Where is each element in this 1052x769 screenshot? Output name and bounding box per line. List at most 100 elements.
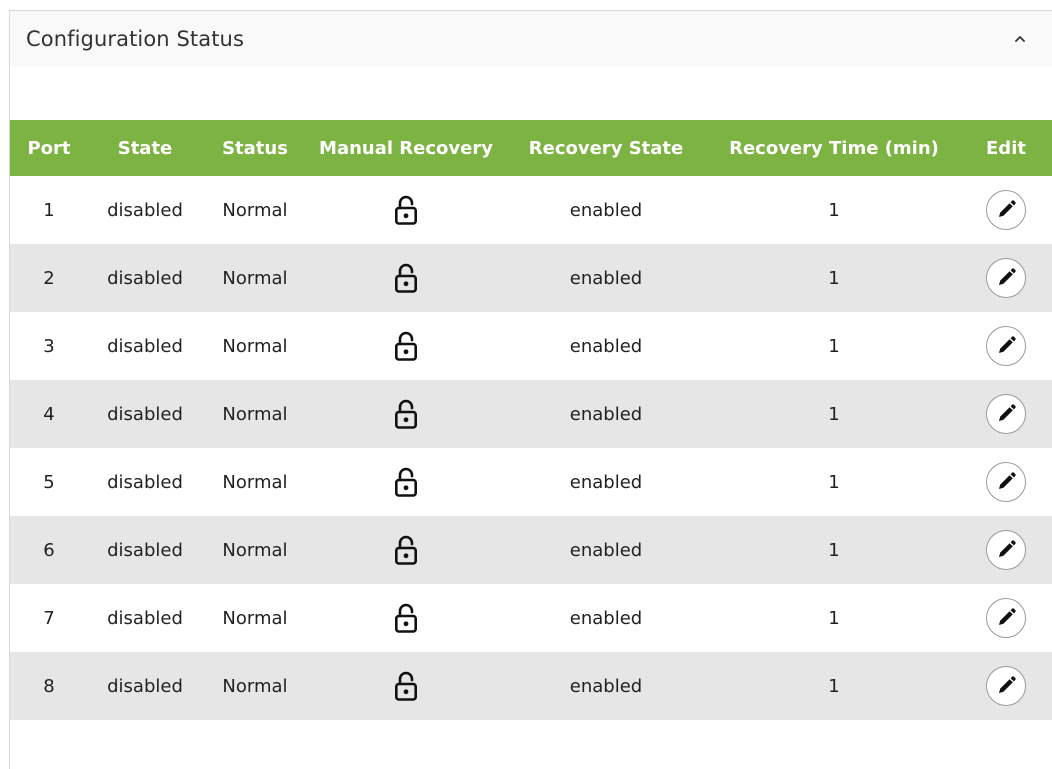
pencil-icon [995, 675, 1017, 697]
state-cell: disabled [107, 471, 183, 493]
edit-cell [960, 176, 1052, 244]
edit-button[interactable] [986, 598, 1026, 638]
port-cell: 6 [43, 539, 55, 561]
table-header-row: Port State Status Manual Recovery Recove… [10, 120, 1052, 176]
status-cell: Normal [222, 675, 288, 697]
recovery-state-cell: enabled [569, 607, 643, 629]
chevron-up-icon[interactable] [1008, 27, 1032, 51]
recovery-time-cell: 1 [828, 675, 840, 697]
status-cell: Normal [222, 471, 288, 493]
recovery-state-cell: enabled [569, 539, 643, 561]
edit-cell [960, 584, 1052, 652]
panel-title: Configuration Status [26, 27, 245, 51]
pencil-icon [995, 539, 1017, 561]
unlocked-padlock-icon[interactable] [394, 330, 418, 362]
recovery-state-cell: enabled [569, 335, 643, 357]
edit-button[interactable] [986, 394, 1026, 434]
status-cell: Normal [222, 267, 288, 289]
manual-recovery-cell [308, 448, 504, 516]
table-body: 1 disabled Normal enabled 1 2 disabled N… [10, 176, 1052, 720]
pencil-icon [995, 471, 1017, 493]
table-row-port-3: 3 disabled Normal enabled 1 [10, 312, 1052, 380]
edit-button[interactable] [986, 666, 1026, 706]
manual-recovery-cell [308, 312, 504, 380]
state-cell: disabled [107, 539, 183, 561]
pencil-icon [995, 403, 1017, 425]
table-row-port-4: 4 disabled Normal enabled 1 [10, 380, 1052, 448]
recovery-time-cell: 1 [828, 471, 840, 493]
manual-recovery-cell [308, 516, 504, 584]
recovery-state-cell: enabled [569, 199, 643, 221]
port-cell: 1 [43, 199, 55, 221]
status-cell: Normal [222, 539, 288, 561]
manual-recovery-cell [308, 380, 504, 448]
unlocked-padlock-icon[interactable] [394, 602, 418, 634]
unlocked-padlock-icon[interactable] [394, 262, 418, 294]
recovery-time-cell: 1 [828, 267, 840, 289]
column-header-recovery-time: Recovery Time (min) [729, 137, 939, 159]
edit-cell [960, 312, 1052, 380]
state-cell: disabled [107, 267, 183, 289]
panel-header[interactable]: Configuration Status [10, 11, 1052, 67]
edit-cell [960, 244, 1052, 312]
port-cell: 2 [43, 267, 55, 289]
recovery-state-cell: enabled [569, 675, 643, 697]
status-cell: Normal [222, 335, 288, 357]
edit-button[interactable] [986, 462, 1026, 502]
table-row-port-6: 6 disabled Normal enabled 1 [10, 516, 1052, 584]
status-cell: Normal [222, 607, 288, 629]
edit-button[interactable] [986, 258, 1026, 298]
recovery-state-cell: enabled [569, 267, 643, 289]
column-header-recovery-state: Recovery State [528, 137, 684, 159]
column-header-manual-recovery: Manual Recovery [319, 137, 493, 159]
pencil-icon [995, 267, 1017, 289]
recovery-time-cell: 1 [828, 335, 840, 357]
edit-cell [960, 516, 1052, 584]
pencil-icon [995, 335, 1017, 357]
recovery-time-cell: 1 [828, 607, 840, 629]
pencil-icon [995, 607, 1017, 629]
unlocked-padlock-icon[interactable] [394, 534, 418, 566]
recovery-time-cell: 1 [828, 403, 840, 425]
port-cell: 8 [43, 675, 55, 697]
config-status-table-wrapper: Port State Status Manual Recovery Recove… [10, 120, 1052, 720]
recovery-time-cell: 1 [828, 199, 840, 221]
pencil-icon [995, 199, 1017, 221]
unlocked-padlock-icon[interactable] [394, 398, 418, 430]
table-row-port-8: 8 disabled Normal enabled 1 [10, 652, 1052, 720]
port-cell: 7 [43, 607, 55, 629]
port-cell: 5 [43, 471, 55, 493]
recovery-state-cell: enabled [569, 471, 643, 493]
state-cell: disabled [107, 607, 183, 629]
edit-cell [960, 652, 1052, 720]
config-status-table: Port State Status Manual Recovery Recove… [10, 120, 1052, 720]
column-header-state: State [117, 137, 173, 159]
port-cell: 3 [43, 335, 55, 357]
manual-recovery-cell [308, 176, 504, 244]
unlocked-padlock-icon[interactable] [394, 670, 418, 702]
table-row-port-5: 5 disabled Normal enabled 1 [10, 448, 1052, 516]
column-header-edit: Edit [986, 137, 1026, 159]
state-cell: disabled [107, 335, 183, 357]
column-header-port: Port [27, 137, 71, 159]
state-cell: disabled [107, 675, 183, 697]
edit-cell [960, 380, 1052, 448]
recovery-state-cell: enabled [569, 403, 643, 425]
status-cell: Normal [222, 199, 288, 221]
edit-button[interactable] [986, 326, 1026, 366]
port-cell: 4 [43, 403, 55, 425]
manual-recovery-cell [308, 652, 504, 720]
table-row-port-1: 1 disabled Normal enabled 1 [10, 176, 1052, 244]
table-row-port-2: 2 disabled Normal enabled 1 [10, 244, 1052, 312]
edit-cell [960, 448, 1052, 516]
edit-button[interactable] [986, 530, 1026, 570]
edit-button[interactable] [986, 190, 1026, 230]
status-cell: Normal [222, 403, 288, 425]
unlocked-padlock-icon[interactable] [394, 466, 418, 498]
state-cell: disabled [107, 199, 183, 221]
column-header-status: Status [222, 137, 288, 159]
manual-recovery-cell [308, 584, 504, 652]
recovery-time-cell: 1 [828, 539, 840, 561]
unlocked-padlock-icon[interactable] [394, 194, 418, 226]
configuration-status-panel: Configuration Status Port State Status M… [9, 10, 1052, 769]
